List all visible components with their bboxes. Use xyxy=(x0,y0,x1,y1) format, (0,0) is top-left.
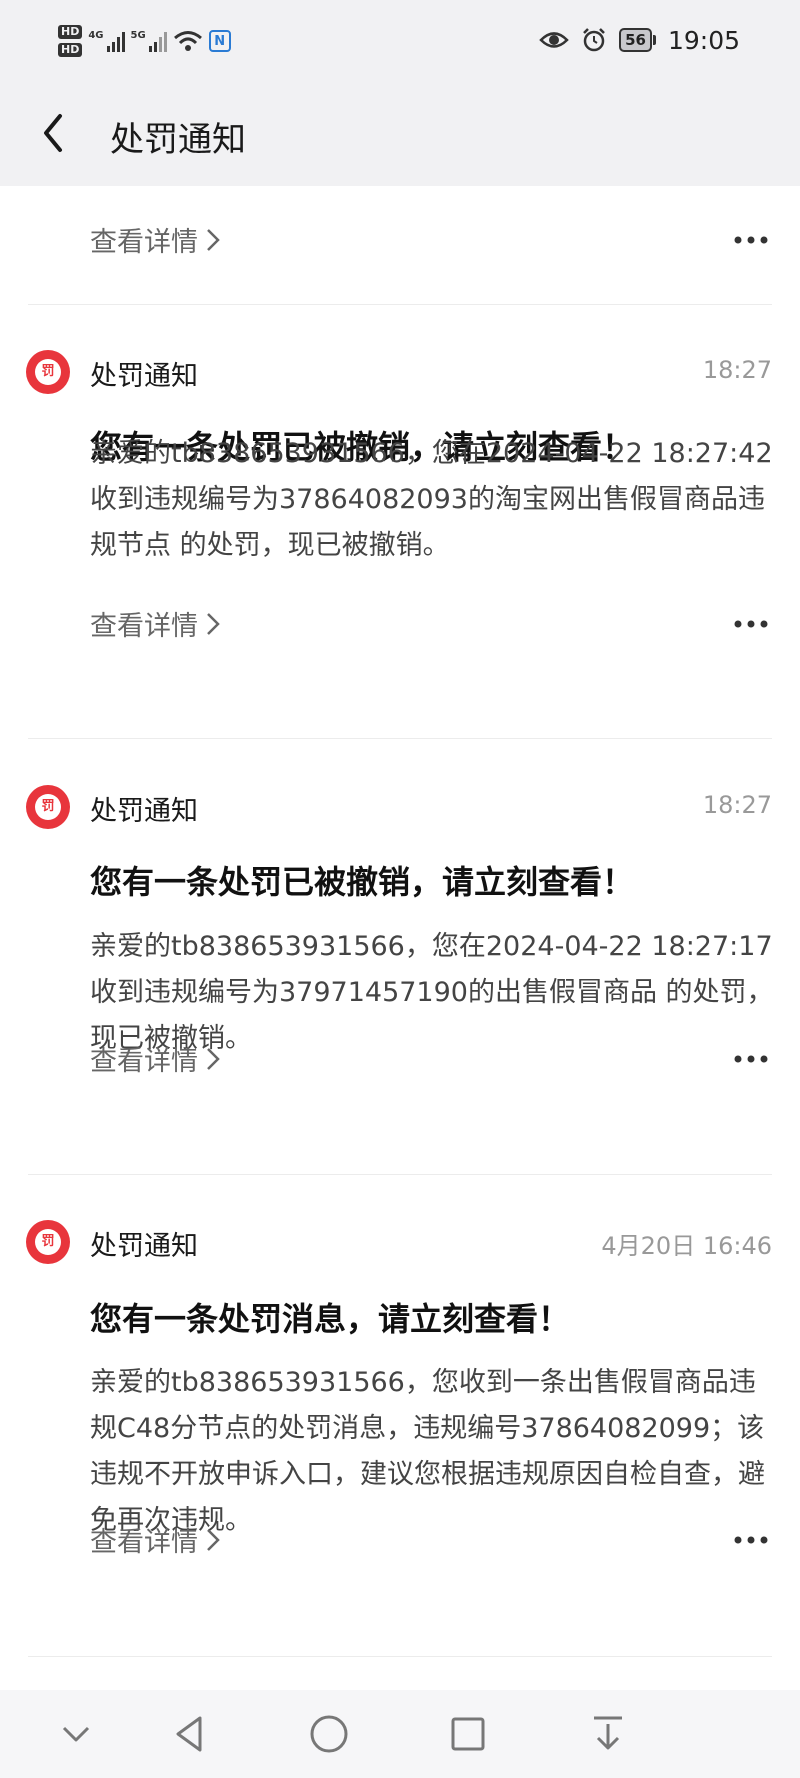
clock: 19:05 xyxy=(667,25,740,55)
penalty-icon-glyph: 罚 xyxy=(35,1229,61,1255)
system-nav-bar xyxy=(0,1690,800,1778)
message-body-text: 亲爱的tb838653931566，您在2024-04-22 18:27:42收… xyxy=(90,438,773,561)
hd-indicator: HD HD xyxy=(58,25,83,57)
view-details-link[interactable]: 查看详情 xyxy=(90,220,220,259)
page-title: 处罚通知 xyxy=(110,120,246,160)
nfc-icon: N xyxy=(208,30,231,52)
message-header: 罚 处罚通知 4月20日 16:46 xyxy=(0,1218,800,1266)
home-circle-icon[interactable] xyxy=(305,1710,353,1758)
penalty-icon-glyph: 罚 xyxy=(35,794,61,820)
network-5g-label: 5G xyxy=(130,30,146,41)
hd-badge: HD xyxy=(58,43,83,57)
message-header: 罚 处罚通知 18:27 xyxy=(0,783,800,831)
penalty-icon: 罚 xyxy=(26,1220,70,1264)
wifi-icon xyxy=(173,31,202,51)
network-4g-label: 4G xyxy=(88,30,104,41)
view-details-link[interactable]: 查看详情 xyxy=(90,1520,220,1559)
sender-name: 处罚通知 xyxy=(90,796,198,827)
chevron-right-icon xyxy=(207,1528,220,1551)
battery-level: 56 xyxy=(619,28,652,52)
signal-4g-icon: 4G xyxy=(88,30,125,52)
message-footer: 查看详情 xyxy=(0,604,800,644)
view-details-link[interactable]: 查看详情 xyxy=(90,604,220,643)
back-arrow-icon[interactable] xyxy=(38,110,68,156)
more-options-icon[interactable] xyxy=(733,235,769,245)
penalty-icon: 罚 xyxy=(26,350,70,394)
message-time: 18:27 xyxy=(702,791,772,819)
more-options-icon[interactable] xyxy=(733,1054,769,1064)
penalty-icon-glyph: 罚 xyxy=(35,359,61,385)
chevron-right-icon xyxy=(207,228,220,251)
divider xyxy=(28,304,772,305)
chevron-down-icon[interactable] xyxy=(52,1710,100,1758)
message-footer: 查看详情 xyxy=(0,220,800,260)
back-triangle-icon[interactable] xyxy=(166,1710,214,1758)
message-body: 亲爱的tb838653931566，您收到一条出售假冒商品违规C48分节点的处罚… xyxy=(90,1367,765,1536)
hd-badge: HD xyxy=(58,25,83,39)
message-footer: 查看详情 xyxy=(0,1520,800,1560)
status-right: 56 19:05 xyxy=(539,22,740,58)
signal-5g-icon: 5G xyxy=(131,30,167,52)
status-left: HD HD 4G 5G N xyxy=(58,16,231,66)
message-time: 18:27 xyxy=(702,356,772,384)
message-title: 您有一条处罚已被撤销，请立刻查看！ xyxy=(90,863,635,901)
message-header: 罚 处罚通知 18:27 xyxy=(0,348,800,396)
notification-pull-down-icon[interactable] xyxy=(584,1710,632,1758)
view-details-label: 查看详情 xyxy=(90,227,198,258)
more-options-icon[interactable] xyxy=(733,619,769,629)
message-title: 您有一条处罚消息，请立刻查看！ xyxy=(90,1300,571,1338)
eye-icon xyxy=(539,32,569,48)
more-options-icon[interactable] xyxy=(733,1535,769,1545)
divider xyxy=(28,1656,772,1657)
message-time: 4月20日 16:46 xyxy=(601,1232,772,1260)
divider xyxy=(28,1174,772,1175)
message-body: 亲爱的tb838653931566，您在2024-04-22 18:27:42收… xyxy=(90,431,780,569)
status-bar: HD HD 4G 5G N 56 19:05 xyxy=(0,0,800,80)
battery-icon: 56 xyxy=(619,28,656,52)
view-details-label: 查看详情 xyxy=(90,611,198,642)
recents-square-icon[interactable] xyxy=(444,1710,492,1758)
chevron-right-icon xyxy=(207,612,220,635)
divider xyxy=(28,738,772,739)
message-footer: 查看详情 xyxy=(0,1039,800,1079)
sender-name: 处罚通知 xyxy=(90,361,198,392)
view-details-label: 查看详情 xyxy=(90,1527,198,1558)
view-details-link[interactable]: 查看详情 xyxy=(90,1039,220,1078)
penalty-icon: 罚 xyxy=(26,785,70,829)
sender-name: 处罚通知 xyxy=(90,1231,198,1262)
view-details-label: 查看详情 xyxy=(90,1046,198,1077)
app-header: 处罚通知 xyxy=(0,80,800,186)
alarm-icon xyxy=(583,28,605,52)
chevron-right-icon xyxy=(207,1047,220,1070)
